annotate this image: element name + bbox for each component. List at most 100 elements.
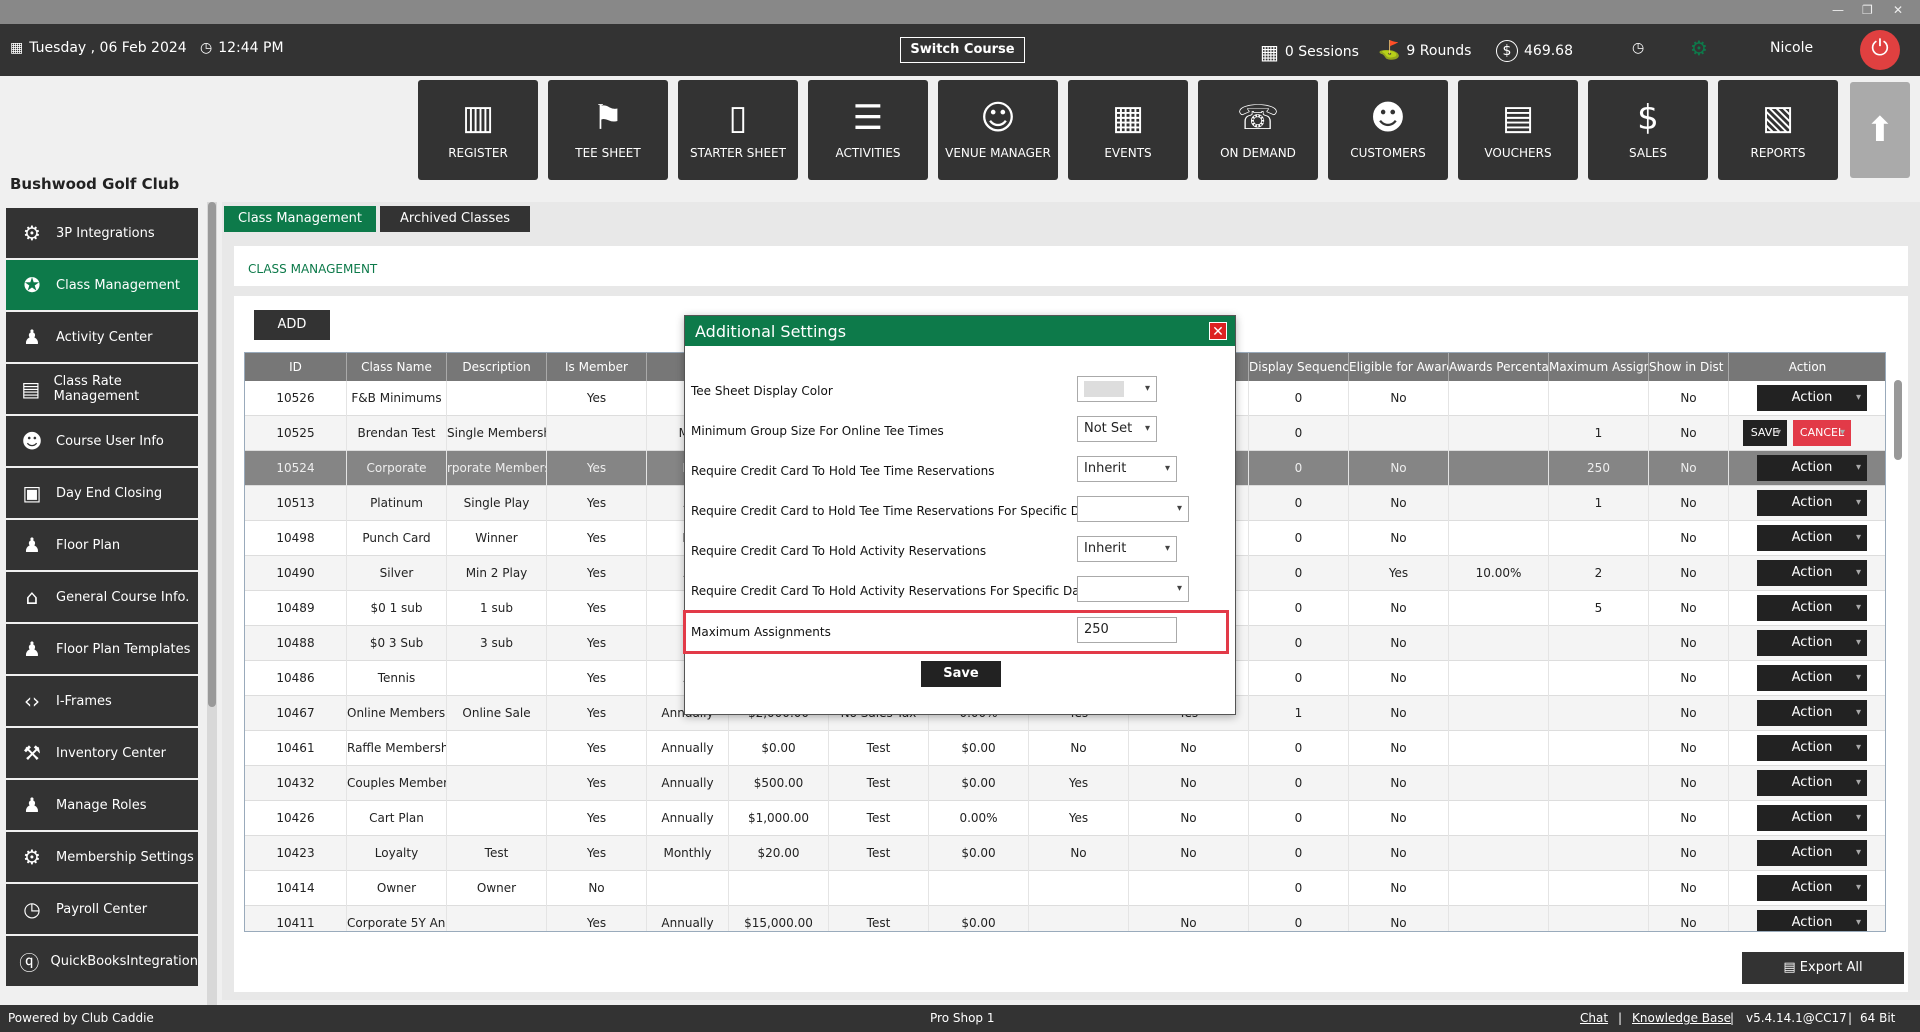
tee-cc-days-select[interactable] [1077, 496, 1189, 522]
sidebar-item-general-info[interactable]: ⌂ General Course Info. [6, 572, 198, 622]
chat-link[interactable]: Chat [1580, 1005, 1608, 1032]
sidebar-item-payroll[interactable]: ◷ Payroll Center [6, 884, 198, 934]
table-cell [1549, 836, 1649, 871]
column-header[interactable]: Maximum Assignm [1549, 353, 1649, 381]
add-button[interactable]: ADD [254, 310, 330, 340]
sidebar-item-iframes[interactable]: ‹› I-Frames [6, 676, 198, 726]
nav-customers[interactable]: ☻ CUSTOMERS [1328, 80, 1448, 180]
cancel-row-button[interactable]: CANCEL [1793, 420, 1851, 446]
action-dropdown[interactable]: Action [1757, 735, 1867, 761]
table-cell: No [1129, 801, 1249, 836]
gear-icon[interactable]: ⚙ [1690, 36, 1708, 60]
table-cell: Annually [647, 906, 729, 931]
power-icon[interactable]: ⏻ [1860, 30, 1900, 70]
save-row-button[interactable]: SAVE [1743, 420, 1787, 446]
action-dropdown[interactable]: Action [1757, 700, 1867, 726]
golf-icon: ⛳ [1378, 40, 1401, 61]
sidebar-item-course-user[interactable]: ☻ Course User Info [6, 416, 198, 466]
sidebar-item-floor-plan-templates[interactable]: ♟ Floor Plan Templates [6, 624, 198, 674]
export-all-button[interactable]: ▤ Export All [1742, 952, 1904, 984]
action-dropdown[interactable]: Action [1757, 455, 1867, 481]
balance-display[interactable]: $469.68 [1496, 40, 1573, 62]
column-header[interactable]: ID [245, 353, 347, 381]
sidebar-item-quickbooks[interactable]: ⓠ QuickBooksIntegration [6, 936, 198, 986]
nav-reports[interactable]: ▧ REPORTS [1718, 80, 1838, 180]
table-cell: 10488 [245, 626, 347, 661]
save-button[interactable]: Save [921, 661, 1001, 687]
restore-icon[interactable]: ❐ [1862, 3, 1873, 17]
sidebar-item-day-end[interactable]: ▣ Day End Closing [6, 468, 198, 518]
table-row[interactable]: 10423 Loyalty Test Yes Monthly $20.00 Test $0.0… [245, 836, 1885, 871]
scroll-thumb[interactable] [208, 202, 216, 707]
column-header[interactable]: Awards Percentage [1449, 353, 1549, 381]
knowledge-base-link[interactable]: Knowledge Base [1632, 1005, 1731, 1032]
powered-by: Powered by Club Caddie [8, 1011, 154, 1025]
sidebar-item-class-rate[interactable]: ▤ Class Rate Management [6, 364, 198, 414]
table-row[interactable]: 10414 Owner Owner No 0 No No Action [245, 871, 1885, 906]
action-dropdown[interactable]: Action [1757, 525, 1867, 551]
column-header[interactable]: Show in Dist Engin [1649, 353, 1729, 381]
nav-tee-sheet[interactable]: ⚑ TEE SHEET [548, 80, 668, 180]
close-icon[interactable]: ✕ [1209, 322, 1227, 340]
history-icon[interactable]: ◷ [1632, 40, 1644, 56]
action-dropdown[interactable]: Action [1757, 840, 1867, 866]
nav-activities[interactable]: ☰ ACTIVITIES [808, 80, 928, 180]
nav-sales[interactable]: $ SALES [1588, 80, 1708, 180]
activity-cc-select[interactable]: Inherit [1077, 536, 1177, 562]
activity-cc-days-select[interactable] [1077, 576, 1189, 602]
column-header[interactable]: Action [1729, 353, 1885, 381]
sidebar-item-activity-center[interactable]: ♟ Activity Center [6, 312, 198, 362]
action-dropdown[interactable]: Action [1757, 910, 1867, 931]
nav-vouchers[interactable]: ▤ VOUCHERS [1458, 80, 1578, 180]
table-row[interactable]: 10432Couples Member TYesAnnually$500.00T… [245, 766, 1885, 801]
min-group-select[interactable]: Not Set [1077, 416, 1157, 442]
sidebar-item-3p-integrations[interactable]: ⚙ 3P Integrations [6, 208, 198, 258]
minimize-icon[interactable]: — [1832, 3, 1844, 17]
table-row[interactable]: 10426 Cart Plan Yes Annually $1,000.00 Test 0.… [245, 801, 1885, 836]
tee-cc-select[interactable]: Inherit [1077, 456, 1177, 482]
action-dropdown[interactable]: Action [1757, 875, 1867, 901]
action-dropdown[interactable]: Action [1757, 630, 1867, 656]
tab-archived-classes[interactable]: Archived Classes [380, 206, 530, 232]
action-dropdown[interactable]: Action [1757, 385, 1867, 411]
column-header[interactable]: Class Name [347, 353, 447, 381]
column-header[interactable]: Display Sequence [1249, 353, 1349, 381]
column-header[interactable]: Is Member [547, 353, 647, 381]
action-dropdown[interactable]: Action [1757, 665, 1867, 691]
user-name[interactable]: Nicole [1770, 40, 1813, 56]
nav-starter-sheet[interactable]: ▯ STARTER SHEET [678, 80, 798, 180]
table-row[interactable]: 10461Raffle MembershipYesAnnually$0.00Te… [245, 731, 1885, 766]
arrow-up-icon[interactable]: ⬆ [1850, 82, 1910, 178]
action-dropdown[interactable]: Action [1757, 490, 1867, 516]
sidebar-item-floor-plan[interactable]: ♟ Floor Plan [6, 520, 198, 570]
nav-register[interactable]: ▥ REGISTER [418, 80, 538, 180]
tab-class-management[interactable]: Class Management [224, 206, 376, 232]
table-row[interactable]: 10411Corporate 5Y Annu YesAnnually$15,000… [245, 906, 1885, 931]
action-dropdown[interactable]: Action [1757, 595, 1867, 621]
additional-settings-dialog: Additional Settings ✕ Tee Sheet Display … [683, 315, 1236, 715]
action-dropdown[interactable]: Action [1757, 805, 1867, 831]
nav-venue-manager[interactable]: ☺ VENUE MANAGER [938, 80, 1058, 180]
color-picker[interactable] [1077, 376, 1157, 402]
action-dropdown[interactable]: Action [1757, 770, 1867, 796]
action-dropdown[interactable]: Action [1757, 560, 1867, 586]
switch-course-button[interactable]: Switch Course [900, 37, 1025, 63]
sessions-display[interactable]: ▦ 0 Sessions [1260, 40, 1359, 64]
table-cell: No [1349, 451, 1449, 486]
time-display: ◷ 12:44 PM [200, 40, 284, 56]
close-window-icon[interactable]: ✕ [1893, 3, 1903, 17]
sidebar-item-manage-roles[interactable]: ♟ Manage Roles [6, 780, 198, 830]
sidebar-scrollbar[interactable] [207, 202, 217, 1010]
column-header[interactable]: Description [447, 353, 547, 381]
table-cell: Brendan Test [347, 416, 447, 451]
sidebar-item-inventory[interactable]: ⚒ Inventory Center [6, 728, 198, 778]
sidebar-item-class-management[interactable]: ✪ Class Management [6, 260, 198, 310]
max-assignments-input[interactable]: 250 [1077, 617, 1177, 643]
rounds-display[interactable]: ⛳ 9 Rounds [1378, 40, 1471, 61]
nav-events[interactable]: ▦ EVENTS [1068, 80, 1188, 180]
column-header[interactable]: Eligible for Awards [1349, 353, 1449, 381]
people-table-icon: ☺ [980, 98, 1016, 138]
nav-on-demand[interactable]: ☏ ON DEMAND [1198, 80, 1318, 180]
sidebar-item-membership-settings[interactable]: ⚙ Membership Settings [6, 832, 198, 882]
table-scrollbar[interactable] [1894, 380, 1902, 460]
